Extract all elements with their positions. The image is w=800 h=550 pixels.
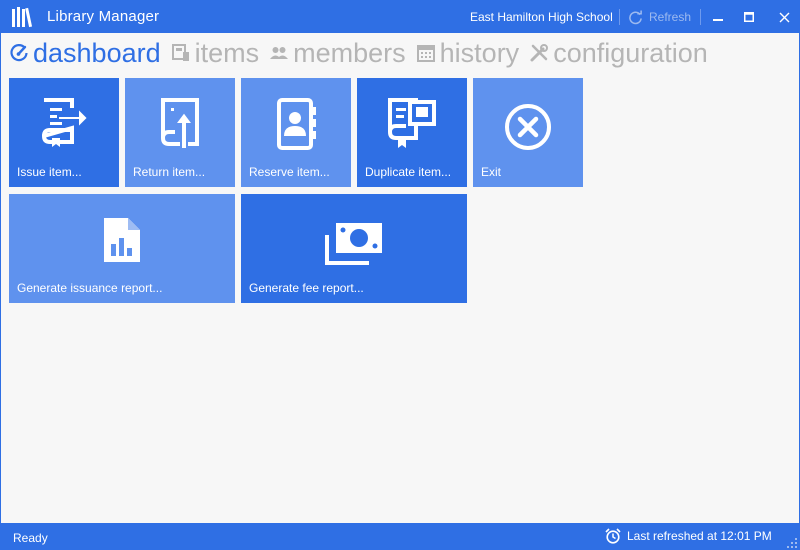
- money-icon: [325, 223, 382, 265]
- issue-item-tile[interactable]: Issue item...: [9, 78, 119, 187]
- nav-items[interactable]: items: [171, 37, 260, 69]
- tile-label: Exit: [481, 165, 502, 179]
- gauge-icon: [10, 44, 28, 62]
- close-circle-icon: [505, 104, 551, 150]
- tile-label: Reserve item...: [249, 165, 330, 179]
- nav-label: dashboard: [33, 38, 161, 68]
- maximize-button[interactable]: [734, 1, 764, 33]
- main-nav: dashboard items members history configur…: [9, 37, 718, 69]
- book-issue-icon: [41, 98, 90, 147]
- nav-label: configuration: [553, 38, 708, 68]
- refresh-icon: [629, 9, 642, 24]
- app-title: Library Manager: [47, 8, 160, 25]
- book-return-icon: [161, 98, 199, 150]
- title-bar[interactable]: Library Manager East Hamilton High Schoo…: [1, 1, 799, 33]
- calendar-icon: [416, 45, 435, 62]
- people-icon: [270, 47, 289, 59]
- book-duplicate-icon: [388, 98, 436, 148]
- nav-history[interactable]: history: [416, 37, 520, 69]
- tile-label: Issue item...: [17, 165, 82, 179]
- resize-grip-icon[interactable]: [787, 538, 797, 548]
- tile-label: Generate issuance report...: [17, 281, 163, 295]
- last-refreshed-text: Last refreshed at 12:01 PM: [627, 529, 772, 543]
- app-window: Library Manager East Hamilton High Schoo…: [0, 0, 800, 550]
- close-button[interactable]: [769, 1, 799, 33]
- tile-label: Generate fee report...: [249, 281, 364, 295]
- nav-dashboard[interactable]: dashboard: [9, 37, 161, 69]
- title-separator: [700, 9, 701, 25]
- last-refreshed: Last refreshed at 12:01 PM: [605, 528, 772, 544]
- report-chart-icon: [104, 218, 140, 262]
- nav-label: items: [194, 38, 260, 68]
- refresh-label: Refresh: [649, 10, 692, 24]
- nav-label: history: [439, 38, 520, 68]
- issuance-report-tile[interactable]: Generate issuance report...: [9, 194, 235, 303]
- nav-members[interactable]: members: [269, 37, 406, 69]
- refresh-button[interactable]: Refresh: [628, 7, 691, 27]
- tools-icon: [530, 44, 549, 62]
- nav-label: members: [293, 38, 406, 68]
- maximize-icon: [744, 12, 754, 22]
- school-name: East Hamilton High School: [470, 10, 613, 24]
- status-text: Ready: [13, 531, 48, 545]
- contact-book-icon: [277, 98, 316, 150]
- status-bar: Ready Last refreshed at 12:01 PM: [1, 523, 799, 550]
- exit-tile[interactable]: Exit: [473, 78, 583, 187]
- tile-label: Duplicate item...: [365, 165, 452, 179]
- close-icon: [779, 12, 789, 22]
- book-card-icon: [171, 44, 189, 61]
- return-item-tile[interactable]: Return item...: [125, 78, 235, 187]
- nav-configuration[interactable]: configuration: [529, 37, 708, 69]
- fee-report-tile[interactable]: Generate fee report...: [241, 194, 467, 303]
- reserve-item-tile[interactable]: Reserve item...: [241, 78, 351, 187]
- tile-label: Return item...: [133, 165, 206, 179]
- alarm-clock-icon: [605, 528, 621, 544]
- minimize-icon: [713, 19, 723, 21]
- minimize-button[interactable]: [703, 1, 733, 33]
- books-icon: [12, 7, 33, 28]
- duplicate-item-tile[interactable]: Duplicate item...: [357, 78, 467, 187]
- title-separator: [619, 9, 620, 25]
